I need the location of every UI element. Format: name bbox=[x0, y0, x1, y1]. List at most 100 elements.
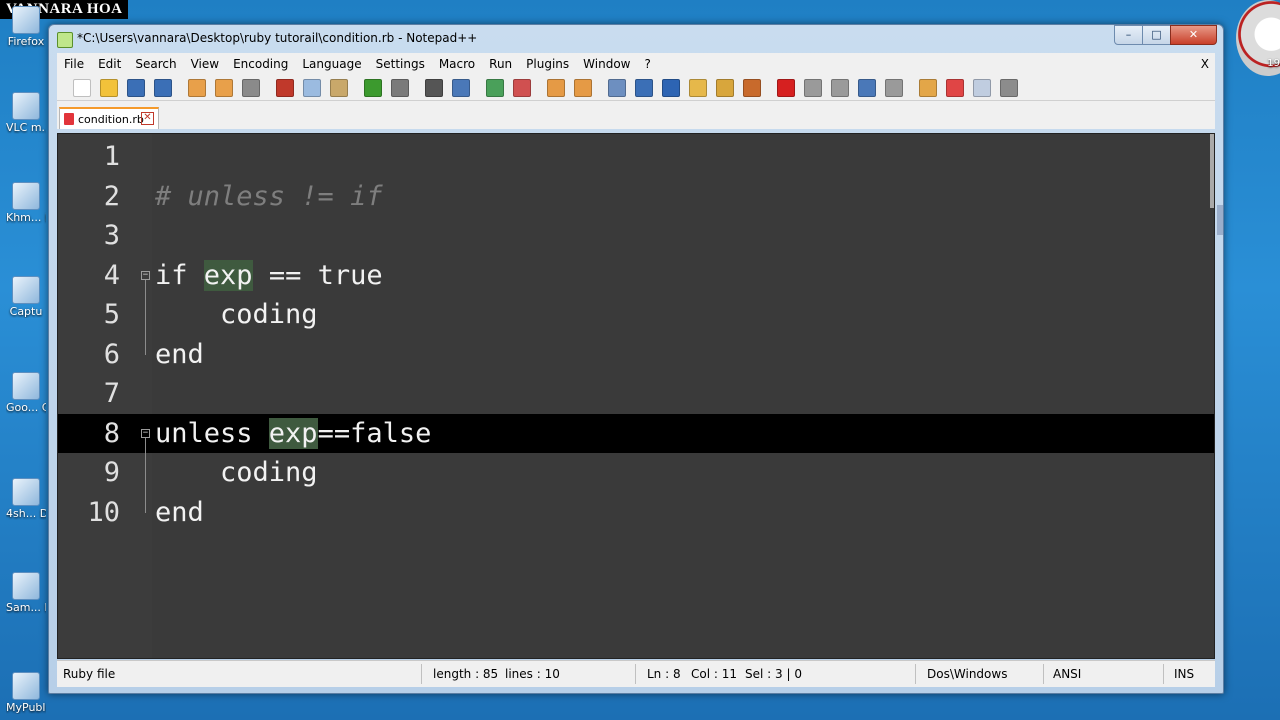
code-line[interactable]: 6 end bbox=[58, 335, 1214, 375]
code-keyword: unless bbox=[155, 417, 269, 449]
code-line[interactable]: 3 bbox=[58, 216, 1214, 256]
menu-plugins[interactable]: Plugins bbox=[519, 57, 576, 71]
code-text: if exp == true bbox=[155, 256, 383, 295]
show-all-chars-icon[interactable] bbox=[635, 78, 653, 97]
code-line[interactable]: 7 bbox=[58, 374, 1214, 414]
save-all-icon[interactable] bbox=[154, 78, 172, 97]
code-line[interactable]: 4 if exp == true bbox=[58, 256, 1214, 296]
menu-close-document-button[interactable]: X bbox=[1201, 57, 1215, 71]
heart-icon[interactable] bbox=[946, 78, 964, 97]
paste-icon[interactable] bbox=[330, 78, 348, 97]
notepadpp-app-icon[interactable] bbox=[57, 32, 73, 48]
desktop-icon[interactable]: Firefox bbox=[6, 6, 46, 48]
menu-help[interactable]: ? bbox=[637, 57, 657, 71]
close-icon[interactable] bbox=[188, 78, 206, 97]
unsaved-file-icon bbox=[64, 113, 74, 125]
status-length: length : 85 bbox=[433, 667, 499, 681]
code-comment: # unless != if bbox=[155, 180, 383, 212]
desktop-icon[interactable]: 4sh... Des bbox=[6, 478, 46, 520]
desktop-shortcut-icon bbox=[12, 6, 40, 34]
menu-search[interactable]: Search bbox=[128, 57, 183, 71]
record-macro-icon[interactable] bbox=[777, 78, 795, 97]
cut-icon[interactable] bbox=[276, 78, 294, 97]
desktop-icon[interactable]: VLC m... pla bbox=[6, 92, 46, 134]
line-number: 5 bbox=[103, 299, 120, 330]
code-line[interactable]: 2 # unless != if bbox=[58, 177, 1214, 217]
line-number: 10 bbox=[87, 496, 120, 528]
code-line[interactable]: 5 coding bbox=[58, 295, 1214, 335]
menu-macro[interactable]: Macro bbox=[432, 57, 482, 71]
close-all-icon[interactable] bbox=[215, 78, 233, 97]
new-file-icon[interactable] bbox=[73, 78, 91, 97]
run-macro-multiple-icon[interactable] bbox=[858, 78, 876, 97]
menu-edit[interactable]: Edit bbox=[91, 57, 128, 71]
maximize-button[interactable]: □ bbox=[1142, 25, 1171, 45]
status-separator bbox=[1163, 664, 1164, 684]
code-line[interactable]: 9 coding bbox=[58, 453, 1214, 493]
word-wrap-icon[interactable] bbox=[608, 78, 626, 97]
status-eol-format: Dos\Windows bbox=[927, 667, 1008, 681]
find-icon[interactable] bbox=[425, 78, 443, 97]
plugin-icon[interactable] bbox=[919, 78, 937, 97]
code-line[interactable]: 10 end bbox=[58, 493, 1214, 533]
menu-language[interactable]: Language bbox=[295, 57, 368, 71]
replace-icon[interactable] bbox=[452, 78, 470, 97]
desktop-icon[interactable]: Captu bbox=[6, 276, 46, 318]
open-file-icon[interactable] bbox=[100, 78, 118, 97]
fold-collapse-icon[interactable]: − bbox=[141, 428, 150, 438]
menu-encoding[interactable]: Encoding bbox=[226, 57, 295, 71]
doc-map-icon[interactable] bbox=[689, 78, 707, 97]
smart-highlight: exp bbox=[268, 417, 318, 449]
settings-tool-icon[interactable] bbox=[1000, 78, 1018, 97]
fold-guide-line bbox=[145, 437, 146, 513]
undo-icon[interactable] bbox=[364, 78, 382, 97]
folder-workspace-icon[interactable] bbox=[743, 78, 761, 97]
tab-close-icon[interactable]: ✕ bbox=[141, 112, 154, 125]
sync-h-icon[interactable] bbox=[574, 78, 592, 97]
status-lines: lines : 10 bbox=[505, 667, 560, 681]
menu-settings[interactable]: Settings bbox=[369, 57, 432, 71]
desktop-icon[interactable]: Goo... Chr bbox=[6, 372, 46, 414]
menu-bar: File Edit Search View Encoding Language Settin… bbox=[57, 53, 1215, 75]
fold-collapse-icon[interactable]: − bbox=[141, 270, 150, 280]
zoom-out-icon[interactable] bbox=[513, 78, 531, 97]
redo-icon[interactable] bbox=[391, 78, 409, 97]
indent-guide-icon[interactable] bbox=[662, 78, 680, 97]
notepadpp-window: *C:\Users\vannara\Desktop\ruby tutorail\… bbox=[48, 24, 1224, 694]
tab-condition-rb[interactable]: condition.rb ✕ bbox=[59, 107, 159, 129]
code-line[interactable]: 1 bbox=[58, 137, 1214, 177]
copy-icon[interactable] bbox=[303, 78, 321, 97]
code-line[interactable]: 8 unless exp==false bbox=[58, 413, 1214, 453]
sync-v-icon[interactable] bbox=[547, 78, 565, 97]
code-text: unless exp==false bbox=[155, 414, 431, 453]
minimize-button[interactable]: – bbox=[1114, 25, 1143, 45]
code-text: end bbox=[155, 338, 204, 370]
status-insert-mode: INS bbox=[1174, 667, 1195, 681]
window-icon[interactable] bbox=[973, 78, 991, 97]
stop-macro-icon[interactable] bbox=[804, 78, 822, 97]
title-bar[interactable]: *C:\Users\vannara\Desktop\ruby tutorail\… bbox=[49, 25, 1223, 53]
print-icon[interactable] bbox=[242, 78, 260, 97]
desktop-icon[interactable]: MyPublicW... bbox=[6, 672, 46, 714]
status-selection: Sel : 3 | 0 bbox=[745, 667, 802, 681]
menu-window[interactable]: Window bbox=[576, 57, 637, 71]
save-macro-icon[interactable] bbox=[885, 78, 903, 97]
code-editor[interactable]: 1 2 # unless != if 3 4 if exp == true 5 coding… bbox=[57, 133, 1215, 659]
code-rest: ==false bbox=[317, 417, 432, 449]
close-button[interactable]: ✕ bbox=[1170, 25, 1217, 45]
function-list-icon[interactable] bbox=[716, 78, 734, 97]
menu-file[interactable]: File bbox=[57, 57, 91, 71]
desktop-icon[interactable]: Sam... Kie bbox=[6, 572, 46, 614]
menu-view[interactable]: View bbox=[184, 57, 226, 71]
play-macro-icon[interactable] bbox=[831, 78, 849, 97]
window-side-scroll[interactable] bbox=[1217, 205, 1223, 235]
zoom-in-icon[interactable] bbox=[486, 78, 504, 97]
desktop-shortcut-icon bbox=[12, 672, 40, 700]
menu-run[interactable]: Run bbox=[482, 57, 519, 71]
save-icon[interactable] bbox=[127, 78, 145, 97]
line-number: 7 bbox=[103, 378, 120, 409]
status-file-type: Ruby file bbox=[63, 667, 116, 681]
desktop-icon[interactable]: Khm... Keyb bbox=[6, 182, 46, 224]
smart-highlight: exp bbox=[203, 259, 253, 291]
desktop-shortcut-icon bbox=[12, 182, 40, 210]
